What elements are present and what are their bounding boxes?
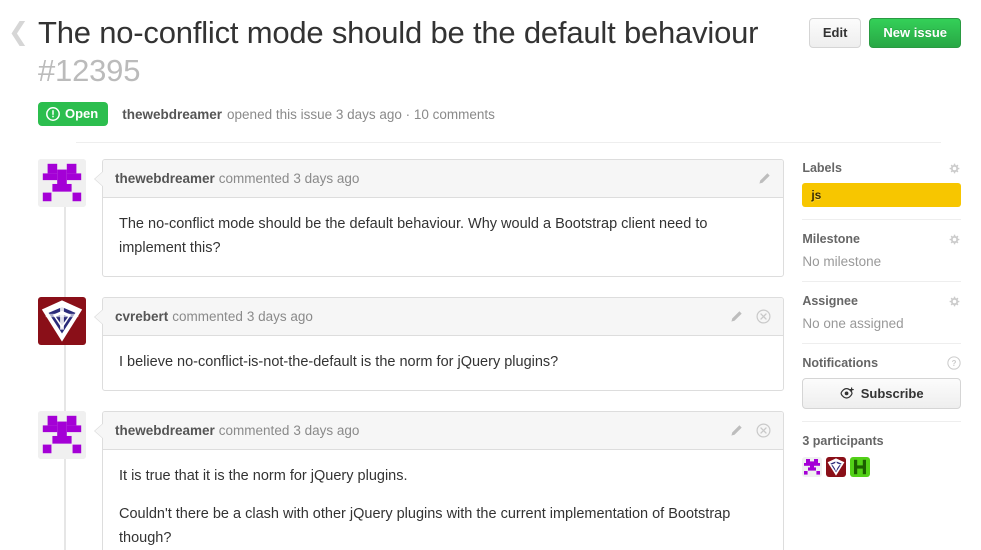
issue-page: ❮ Edit New issue The no-conflict mode sh… <box>0 0 981 550</box>
gear-icon[interactable] <box>948 162 961 175</box>
sidebar-section-labels: Labels js <box>802 161 961 219</box>
sidebar-divider <box>802 281 961 282</box>
svg-text:?: ? <box>952 359 957 368</box>
comment-card: thewebdreamer commented 3 days ago <box>93 411 785 550</box>
comment-paragraph: The no-conflict mode should be the defau… <box>119 216 708 256</box>
back-chevron-icon[interactable]: ❮ <box>8 19 30 46</box>
comment-timeline: thewebdreamer commented 3 days ago The n… <box>38 159 785 550</box>
comment-header: thewebdreamer commented 3 days ago <box>103 412 784 450</box>
issue-content: thewebdreamer commented 3 days ago The n… <box>0 143 981 550</box>
circle-x-icon[interactable] <box>756 309 771 324</box>
comment-body: It is true that it is the norm for jQuer… <box>103 450 783 550</box>
comment-body: The no-conflict mode should be the defau… <box>103 198 783 276</box>
sidebar-divider <box>802 219 961 220</box>
issue-author[interactable]: thewebdreamer <box>122 107 222 122</box>
comment-time: 3 days ago <box>246 309 313 324</box>
participant-avatar[interactable] <box>802 457 823 477</box>
participant-avatar[interactable] <box>826 457 847 477</box>
comment-paragraph: It is true that it is the norm for jQuer… <box>119 468 408 484</box>
identicon-green-h-icon <box>850 457 871 477</box>
comment-card: thewebdreamer commented 3 days ago <box>93 159 785 277</box>
comment-action: commented <box>218 171 290 186</box>
comment-author[interactable]: thewebdreamer <box>115 423 215 438</box>
edit-button[interactable]: Edit <box>808 18 862 48</box>
eye-plus-icon <box>840 387 855 400</box>
label-chip-js[interactable]: js <box>802 183 961 207</box>
participant-avatar[interactable] <box>850 457 871 477</box>
milestone-header: Milestone <box>802 232 961 246</box>
page-title: The no-conflict mode should be the defau… <box>38 15 759 50</box>
issue-header: ❮ Edit New issue The no-conflict mode sh… <box>0 0 981 143</box>
new-issue-button[interactable]: New issue <box>869 18 961 48</box>
comment-time: 3 days ago <box>293 423 360 438</box>
comment-time: 3 days ago <box>293 171 360 186</box>
timeline-item: thewebdreamer commented 3 days ago <box>38 159 785 277</box>
identicon-purple-icon <box>38 159 86 207</box>
status-badge: Open <box>38 102 109 126</box>
sidebar-section-milestone: Milestone No milestone <box>802 232 961 281</box>
labels-title: Labels <box>802 161 842 175</box>
pencil-icon[interactable] <box>729 424 743 438</box>
question-circle-icon[interactable]: ? <box>947 356 961 370</box>
milestone-empty-text: No milestone <box>802 254 882 269</box>
sidebar-divider <box>802 343 961 344</box>
timeline-item: cvrebert commented 3 days ago I believe … <box>38 297 785 391</box>
gear-icon[interactable] <box>948 233 961 246</box>
subscribe-button-label: Subscribe <box>860 386 924 401</box>
pencil-icon[interactable] <box>757 172 771 186</box>
sidebar-section-notifications: Notifications ? Subscribe <box>802 356 961 421</box>
avatar[interactable] <box>38 411 86 459</box>
issue-sidebar: Labels js Milestone No milestone Assigne… <box>802 159 961 550</box>
comment-author[interactable]: cvrebert <box>115 309 168 324</box>
avatar[interactable] <box>38 297 86 345</box>
timeline-item: thewebdreamer commented 3 days ago <box>38 411 785 550</box>
assignee-header: Assignee <box>802 294 961 308</box>
header-actions: Edit New issue <box>808 18 961 48</box>
identicon-darkred-icon <box>826 457 847 477</box>
circle-x-icon[interactable] <box>756 423 771 438</box>
comment-paragraph: I believe no-conflict-is-not-the-default… <box>119 354 559 370</box>
gear-icon[interactable] <box>948 295 961 308</box>
comment-action: commented <box>218 423 290 438</box>
comment-author[interactable]: thewebdreamer <box>115 171 215 186</box>
assignee-empty-text: No one assigned <box>802 316 904 331</box>
subscribe-button[interactable]: Subscribe <box>802 378 961 409</box>
sidebar-section-assignee: Assignee No one assigned <box>802 294 961 343</box>
sidebar-divider <box>802 421 961 422</box>
comment-paragraph: Couldn't there be a clash with other jQu… <box>119 506 731 546</box>
sidebar-section-participants: 3 participants <box>802 434 961 489</box>
milestone-title: Milestone <box>802 232 860 246</box>
issue-meta: Open thewebdreamer opened this issue 3 d… <box>38 102 961 126</box>
identicon-darkred-icon <box>38 297 86 345</box>
comment-header-actions <box>729 309 771 324</box>
identicon-purple-icon <box>38 411 86 459</box>
participants-avatars <box>802 457 961 477</box>
avatar[interactable] <box>38 159 86 207</box>
header-divider <box>76 142 941 143</box>
issue-number: #12395 <box>38 53 141 88</box>
comment-body: I believe no-conflict-is-not-the-default… <box>103 336 783 390</box>
issue-opened-icon <box>46 107 60 121</box>
issue-meta-text: opened this issue 3 days ago · 10 commen… <box>227 106 495 122</box>
status-badge-label: Open <box>65 106 99 121</box>
comment-action: commented <box>172 309 243 324</box>
comment-card: cvrebert commented 3 days ago I believe … <box>93 297 785 391</box>
comment-header-actions <box>729 423 771 438</box>
notifications-title: Notifications <box>802 356 879 370</box>
identicon-purple-icon <box>802 457 823 477</box>
pencil-icon[interactable] <box>729 310 743 324</box>
notifications-header: Notifications ? <box>802 356 961 370</box>
assignee-title: Assignee <box>802 294 858 308</box>
labels-header: Labels <box>802 161 961 175</box>
comment-header: thewebdreamer commented 3 days ago <box>103 160 784 198</box>
comment-header: cvrebert commented 3 days ago <box>103 298 784 336</box>
comment-header-actions <box>757 172 771 186</box>
participants-title: 3 participants <box>802 434 884 448</box>
